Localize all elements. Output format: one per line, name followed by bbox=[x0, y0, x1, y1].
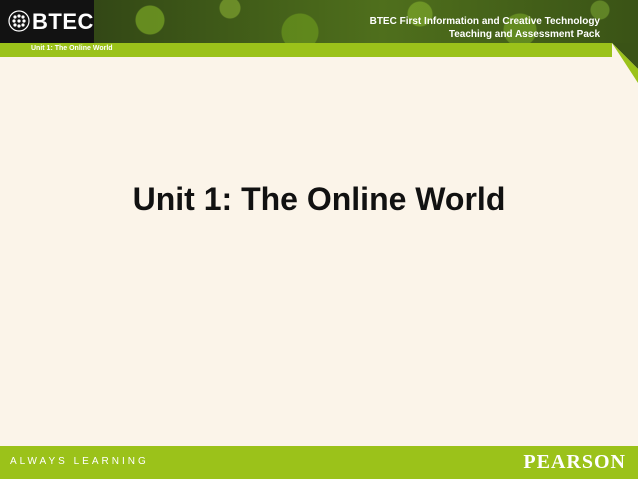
unit-subbar: Unit 1: The Online World bbox=[0, 43, 612, 57]
unit-subbar-label: Unit 1: The Online World bbox=[31, 45, 113, 52]
btec-dot-icon bbox=[8, 10, 30, 32]
pearson-logo: PEARSON bbox=[523, 451, 626, 473]
header-band: BTEC BTEC First Information and Creative… bbox=[0, 0, 638, 43]
slide: BTEC BTEC First Information and Creative… bbox=[0, 0, 638, 479]
slide-title: Unit 1: The Online World bbox=[132, 181, 506, 217]
always-learning-tagline: ALWAYS LEARNING bbox=[10, 456, 149, 467]
btec-logo: BTEC bbox=[0, 0, 94, 43]
corner-fold-decoration bbox=[612, 43, 638, 83]
header-title-line2: Teaching and Assessment Pack bbox=[448, 29, 600, 40]
btec-logo-text: BTEC bbox=[32, 9, 94, 34]
header-title-line1: BTEC First Information and Creative Tech… bbox=[369, 16, 600, 27]
footer-bar: ALWAYS LEARNING PEARSON bbox=[0, 446, 638, 479]
header-title: BTEC First Information and Creative Tech… bbox=[370, 15, 600, 41]
